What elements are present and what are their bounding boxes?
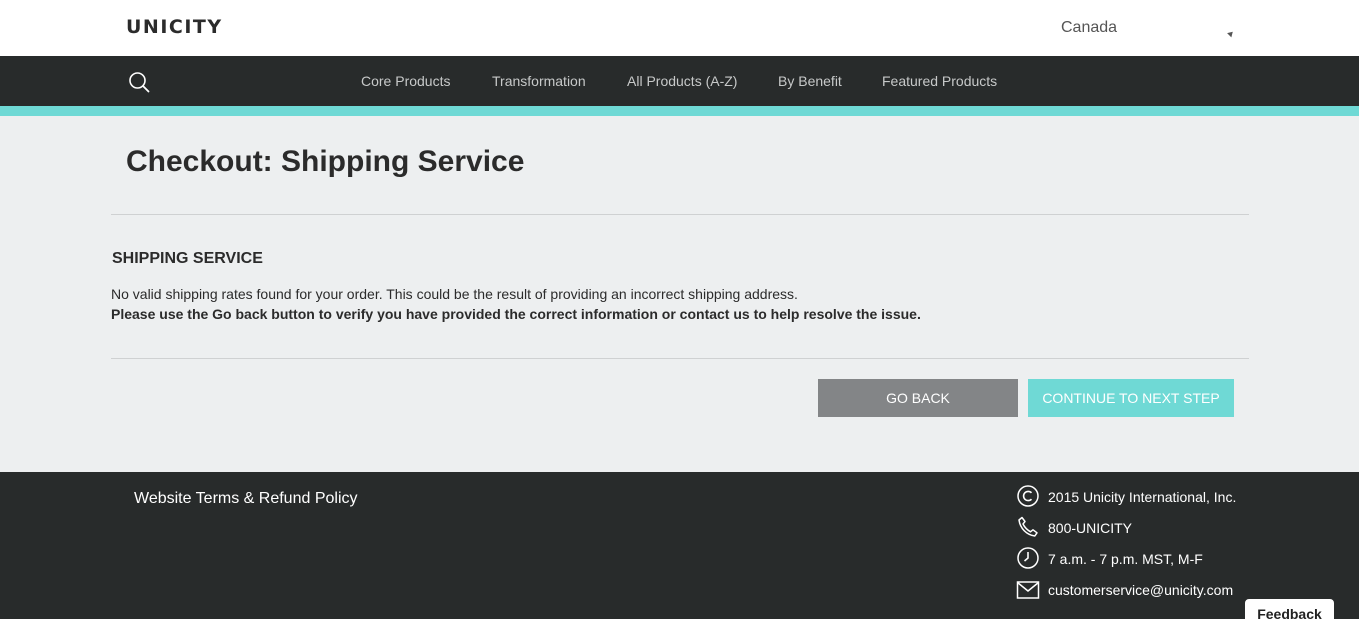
copyright-text: 2015 Unicity International, Inc. xyxy=(1048,489,1237,505)
terms-link[interactable]: Website Terms & Refund Policy xyxy=(134,490,358,508)
search-icon[interactable] xyxy=(128,71,150,93)
section-title: SHIPPING SERVICE xyxy=(112,250,263,267)
accent-stripe xyxy=(0,106,1359,116)
email-link[interactable]: customerservice@unicity.com xyxy=(1048,582,1233,598)
phone-icon xyxy=(1018,516,1038,537)
error-instruction: Please use the Go back button to verify … xyxy=(111,306,921,322)
country-selector[interactable]: Canada xyxy=(1061,19,1117,37)
nav-item-transformation[interactable]: Transformation xyxy=(492,73,586,89)
phone-text[interactable]: 800-UNICITY xyxy=(1048,520,1132,536)
feedback-button[interactable]: Feedback xyxy=(1243,597,1336,619)
nav-item-featured-products[interactable]: Featured Products xyxy=(882,73,997,89)
page-title: Checkout: Shipping Service xyxy=(126,145,525,178)
nav-item-by-benefit[interactable]: By Benefit xyxy=(778,73,842,89)
nav-item-core-products[interactable]: Core Products xyxy=(361,73,450,89)
divider xyxy=(111,214,1249,215)
unicity-logo[interactable]: UNICITY xyxy=(126,16,223,38)
continue-button[interactable]: CONTINUE TO NEXT STEP xyxy=(1028,379,1234,417)
hours-text: 7 a.m. - 7 p.m. MST, M-F xyxy=(1048,551,1203,567)
divider xyxy=(111,358,1249,359)
clock-icon xyxy=(1017,547,1039,569)
mail-icon xyxy=(1016,581,1040,599)
copyright-icon xyxy=(1017,485,1039,507)
go-back-button[interactable]: GO BACK xyxy=(818,379,1018,417)
nav-item-all-products[interactable]: All Products (A-Z) xyxy=(627,73,737,89)
error-message: No valid shipping rates found for your o… xyxy=(111,286,798,302)
